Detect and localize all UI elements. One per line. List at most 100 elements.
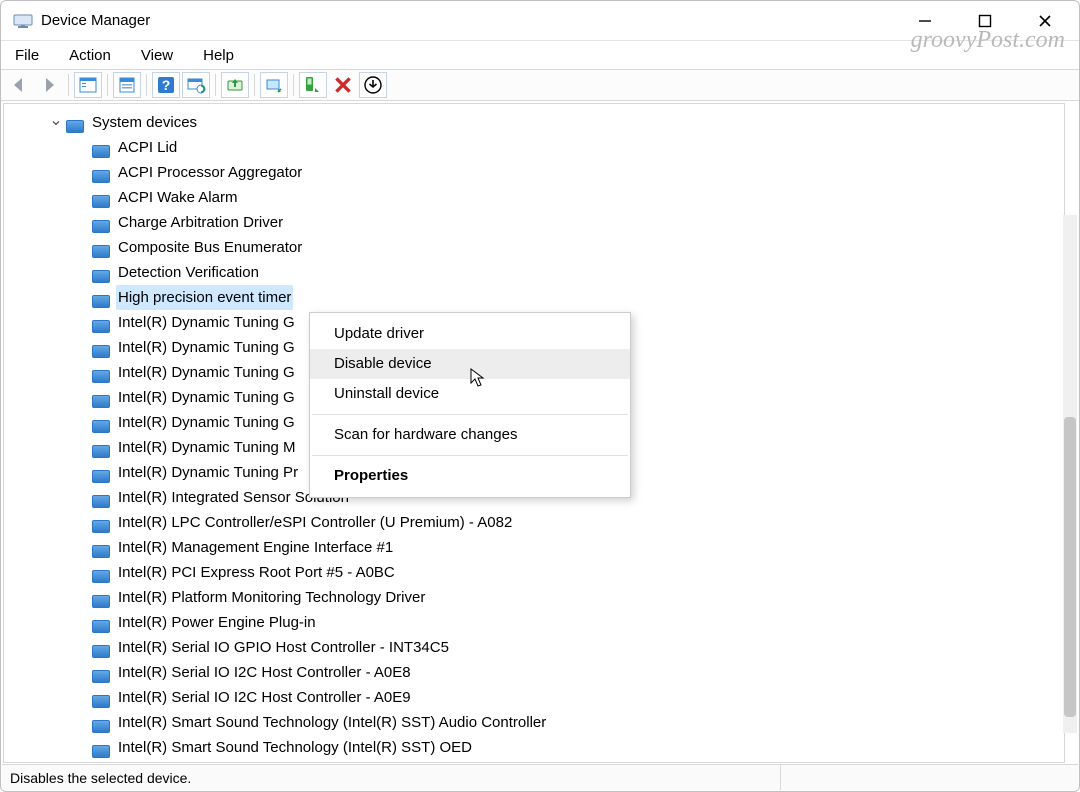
menu-help[interactable]: Help xyxy=(199,45,238,66)
device-label: ACPI Lid xyxy=(116,135,179,160)
device-label: Intel(R) Serial IO I2C Host Controller -… xyxy=(116,685,413,710)
menu-action[interactable]: Action xyxy=(65,45,115,66)
device-icon xyxy=(92,714,110,732)
device-tree-item[interactable]: Detection Verification xyxy=(4,260,1064,285)
device-icon xyxy=(92,564,110,582)
device-label: Intel(R) Serial IO I2C Host Controller -… xyxy=(116,660,413,685)
forward-button[interactable] xyxy=(35,72,63,98)
device-icon xyxy=(92,689,110,707)
update-driver-button[interactable] xyxy=(221,72,249,98)
window-title: Device Manager xyxy=(41,12,150,29)
context-menu: Update driverDisable deviceUninstall dev… xyxy=(309,312,631,498)
device-label: Detection Verification xyxy=(116,260,261,285)
device-label: Intel(R) PCI Express Root Port #5 - A0BC xyxy=(116,560,397,585)
device-label: Charge Arbitration Driver xyxy=(116,210,285,235)
device-icon xyxy=(92,364,110,382)
device-icon xyxy=(92,439,110,457)
device-tree-item[interactable]: Intel(R) Serial IO I2C Host Controller -… xyxy=(4,685,1064,710)
toolbar: ? xyxy=(1,69,1079,101)
device-tree-item[interactable]: Intel(R) Serial IO GPIO Host Controller … xyxy=(4,635,1064,660)
context-menu-item[interactable]: Properties xyxy=(310,461,630,491)
device-icon xyxy=(92,389,110,407)
device-label: Intel(R) Management Engine Interface #1 xyxy=(116,535,395,560)
device-icon xyxy=(92,514,110,532)
device-manager-window: Device Manager groovyPost.com File Actio… xyxy=(0,0,1080,792)
device-icon xyxy=(92,614,110,632)
device-icon xyxy=(92,539,110,557)
device-tree-item[interactable]: Intel(R) Serial IO I2C Host Controller -… xyxy=(4,660,1064,685)
status-cell-2 xyxy=(780,765,1070,790)
device-tree-item[interactable]: Intel(R) Power Engine Plug-in xyxy=(4,610,1064,635)
device-label: Intel(R) Dynamic Tuning G xyxy=(116,360,297,385)
scroll-thumb[interactable] xyxy=(1064,417,1076,717)
device-icon xyxy=(92,189,110,207)
back-button[interactable] xyxy=(5,72,33,98)
device-label: Intel(R) Dynamic Tuning Pr xyxy=(116,460,300,485)
status-text: Disables the selected device. xyxy=(10,770,191,786)
device-label: ACPI Processor Aggregator xyxy=(116,160,304,185)
scan-hardware-button[interactable] xyxy=(182,72,210,98)
device-icon xyxy=(92,739,110,757)
device-tree-item[interactable]: Intel(R) LPC Controller/eSPI Controller … xyxy=(4,510,1064,535)
device-label: Intel(R) Dynamic Tuning G xyxy=(116,335,297,360)
device-tree-item[interactable]: Intel(R) Smart Sound Technology (Intel(R… xyxy=(4,710,1064,735)
device-icon xyxy=(92,164,110,182)
device-label: Intel(R) Dynamic Tuning M xyxy=(116,435,298,460)
device-tree-item[interactable]: ACPI Wake Alarm xyxy=(4,185,1064,210)
device-icon xyxy=(92,339,110,357)
device-tree-item[interactable]: High precision event timer xyxy=(4,285,1064,310)
status-bar: Disables the selected device. xyxy=(2,764,1078,790)
device-label: Intel(R) Dynamic Tuning G xyxy=(116,310,297,335)
help-button[interactable]: ? xyxy=(152,72,180,98)
device-icon xyxy=(92,489,110,507)
device-tree-item[interactable]: Intel(R) Management Engine Interface #1 xyxy=(4,535,1064,560)
uninstall-device-button[interactable] xyxy=(329,72,357,98)
app-icon xyxy=(11,9,35,33)
device-label: Intel(R) LPC Controller/eSPI Controller … xyxy=(116,510,514,535)
device-tree-item[interactable]: Intel(R) PCI Express Root Port #5 - A0BC xyxy=(4,560,1064,585)
device-icon xyxy=(92,414,110,432)
device-label: Intel(R) Dynamic Tuning G xyxy=(116,385,297,410)
device-icon xyxy=(92,289,110,307)
context-menu-item[interactable]: Update driver xyxy=(310,319,630,349)
add-legacy-hardware-button[interactable] xyxy=(359,72,387,98)
properties-button[interactable] xyxy=(113,72,141,98)
device-label: ACPI Wake Alarm xyxy=(116,185,239,210)
menu-file[interactable]: File xyxy=(11,45,43,66)
device-label: Intel(R) Smart Sound Technology (Intel(R… xyxy=(116,710,548,735)
device-label: Intel(R) Platform Monitoring Technology … xyxy=(116,585,427,610)
chevron-down-icon[interactable] xyxy=(46,110,66,136)
cursor-icon xyxy=(470,368,486,388)
tree-category-label: System devices xyxy=(90,110,199,135)
menu-view[interactable]: View xyxy=(137,45,177,66)
device-category-icon xyxy=(66,114,84,132)
device-icon xyxy=(92,589,110,607)
context-menu-separator xyxy=(312,455,628,456)
device-icon xyxy=(92,239,110,257)
device-tree-item[interactable]: Charge Arbitration Driver xyxy=(4,210,1064,235)
device-icon xyxy=(92,264,110,282)
context-menu-item[interactable]: Scan for hardware changes xyxy=(310,420,630,450)
vertical-scrollbar[interactable] xyxy=(1063,215,1077,733)
watermark-text: groovyPost.com xyxy=(911,27,1065,54)
device-label: Composite Bus Enumerator xyxy=(116,235,304,260)
device-icon xyxy=(92,664,110,682)
device-label: Intel(R) Smart Sound Technology (Intel(R… xyxy=(116,735,474,760)
device-icon xyxy=(92,639,110,657)
device-label: Intel(R) Power Engine Plug-in xyxy=(116,610,318,635)
device-label: Intel(R) Serial IO GPIO Host Controller … xyxy=(116,635,451,660)
device-tree-item[interactable]: ACPI Lid xyxy=(4,135,1064,160)
device-tree-item[interactable]: ACPI Processor Aggregator xyxy=(4,160,1064,185)
device-tree-item[interactable]: Intel(R) Smart Sound Technology (Intel(R… xyxy=(4,735,1064,760)
enable-device-button[interactable] xyxy=(299,72,327,98)
disable-device-button[interactable] xyxy=(260,72,288,98)
device-tree-item[interactable]: Composite Bus Enumerator xyxy=(4,235,1064,260)
show-hide-tree-button[interactable] xyxy=(74,72,102,98)
svg-text:?: ? xyxy=(162,77,171,93)
context-menu-separator xyxy=(312,414,628,415)
device-icon xyxy=(92,464,110,482)
device-icon xyxy=(92,214,110,232)
tree-category-system-devices[interactable]: System devices xyxy=(4,110,1064,135)
device-tree-item[interactable]: Intel(R) Platform Monitoring Technology … xyxy=(4,585,1064,610)
device-icon xyxy=(92,139,110,157)
